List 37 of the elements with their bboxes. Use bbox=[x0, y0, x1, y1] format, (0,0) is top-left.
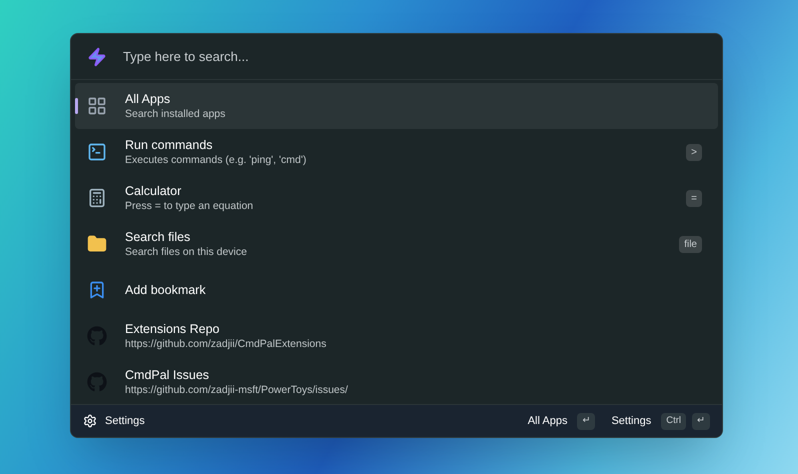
folder-icon bbox=[87, 234, 107, 254]
calculator-icon bbox=[87, 188, 107, 208]
keyboard-key: ↵ bbox=[692, 412, 710, 430]
keyboard-key: ↵ bbox=[577, 412, 596, 430]
command-item[interactable]: CmdPal Issues https://github.com/zadjii-msft/PowerToys/issues/ bbox=[75, 359, 718, 404]
item-subtitle: Press = to type an equation bbox=[125, 199, 254, 213]
action-label[interactable]: All Apps bbox=[528, 412, 568, 430]
item-title: CmdPal Issues bbox=[125, 367, 210, 383]
item-subtitle: Executes commands (e.g. 'ping', 'cmd') bbox=[125, 153, 308, 167]
command-item[interactable]: All Apps Search installed apps bbox=[75, 83, 718, 129]
item-title: Add bookmark bbox=[125, 282, 207, 298]
command-item[interactable]: Search files Search files on this device file bbox=[75, 221, 718, 267]
apps-icon bbox=[87, 96, 107, 116]
item-subtitle: https://github.com/zadjii-msft/PowerToys/issues/ bbox=[125, 383, 349, 397]
item-title: Extensions Repo bbox=[125, 321, 221, 337]
item-title: Calculator bbox=[125, 183, 182, 199]
terminal-icon bbox=[87, 142, 107, 162]
lightning-logo-icon bbox=[87, 46, 107, 66]
command-item[interactable]: Add bookmark bbox=[75, 267, 718, 313]
selection-indicator bbox=[75, 98, 78, 114]
item-title: All Apps bbox=[125, 91, 172, 107]
item-subtitle: Search installed apps bbox=[125, 107, 226, 121]
settings-icon bbox=[83, 414, 97, 428]
item-title: Run commands bbox=[125, 137, 214, 153]
item-subtitle: https://github.com/zadjii/CmdPalExtensions bbox=[125, 337, 328, 351]
shortcut-key: > bbox=[686, 144, 702, 160]
shortcut-key: file bbox=[679, 236, 702, 252]
command-item[interactable]: Run commands Executes commands (e.g. 'ping', 'cmd') > bbox=[75, 129, 718, 175]
search-field[interactable]: Type here to search... bbox=[123, 46, 706, 66]
shortcut-key: = bbox=[686, 190, 702, 206]
keyboard-key: Ctrl bbox=[661, 412, 686, 430]
action-label[interactable]: Settings bbox=[611, 412, 652, 430]
item-title: Search files bbox=[125, 229, 192, 245]
command-item[interactable]: Extensions Repo https://github.com/zadjii/CmdPalExtensions bbox=[75, 313, 718, 359]
command-item[interactable]: Calculator Press = to type an equation = bbox=[75, 175, 718, 221]
item-subtitle: Search files on this device bbox=[125, 245, 248, 259]
settings-button[interactable]: Settings bbox=[83, 412, 145, 430]
